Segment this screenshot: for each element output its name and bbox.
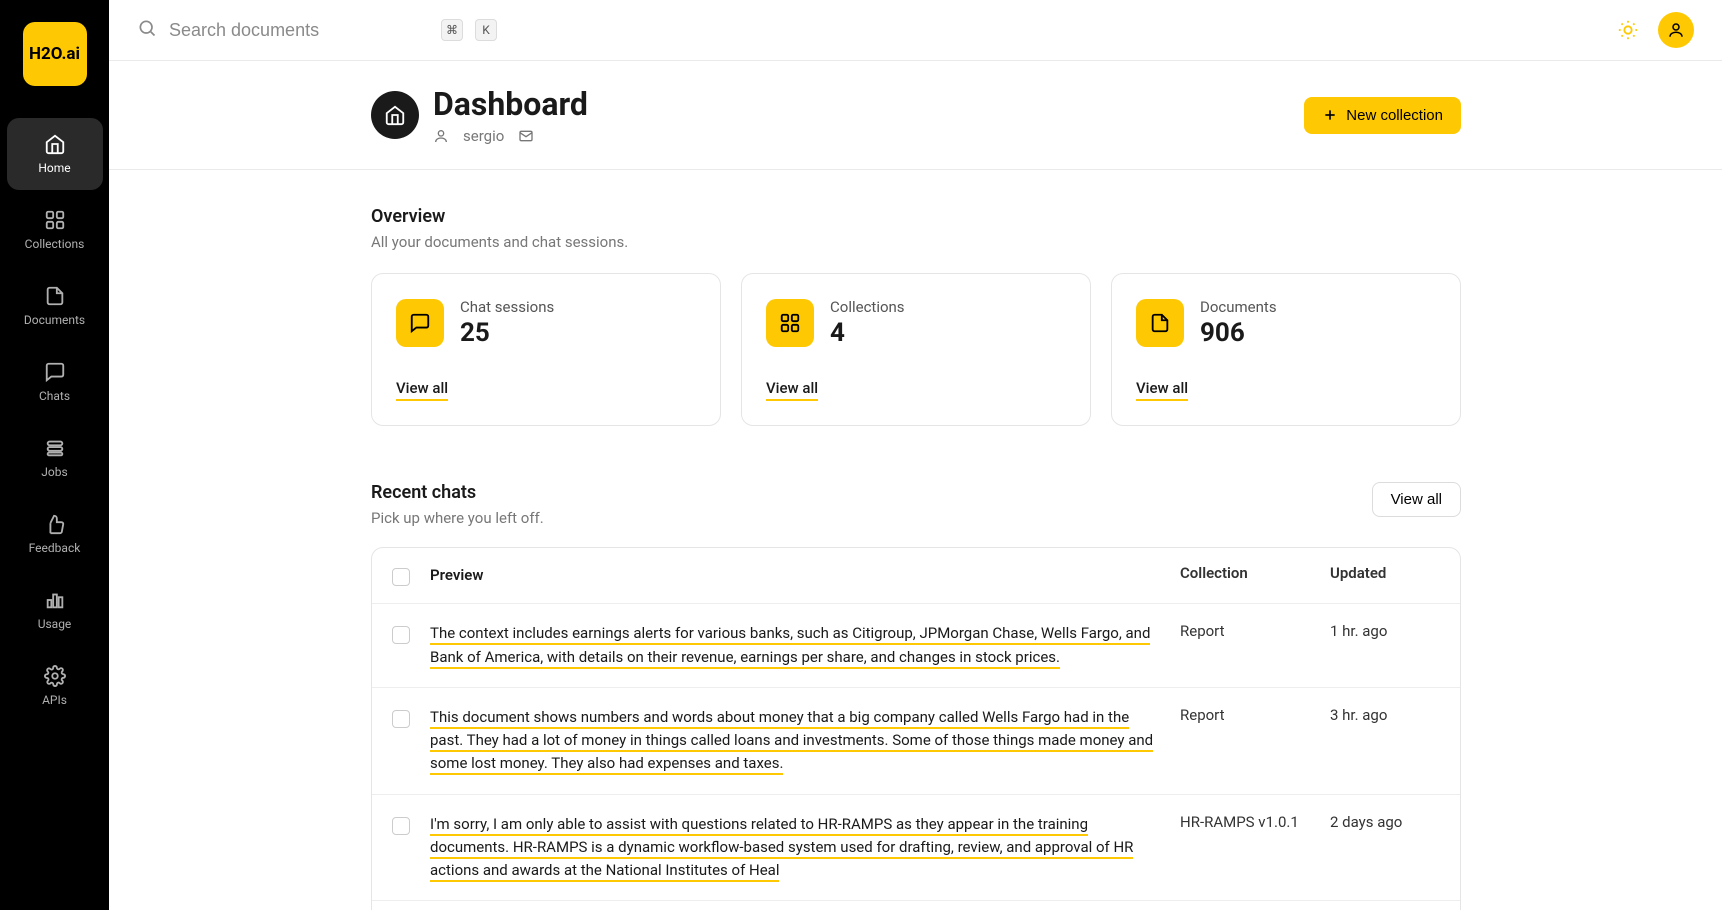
user-row: sergio — [433, 127, 588, 145]
file-icon — [44, 285, 66, 307]
row-checkbox[interactable] — [392, 626, 410, 644]
bars-icon — [44, 589, 66, 611]
chat-preview-link[interactable]: I'm sorry, I am only able to assist with… — [430, 813, 1160, 883]
sidebar-item-collections[interactable]: Collections — [7, 194, 103, 266]
page-icon — [371, 91, 419, 139]
row-updated: 2 days ago — [1330, 813, 1440, 831]
sidebar-item-chats[interactable]: Chats — [7, 346, 103, 418]
sidebar-item-jobs[interactable]: Jobs — [7, 422, 103, 494]
card-label: Documents — [1200, 298, 1277, 316]
stat-card-documents: Documents 906 View all — [1111, 273, 1461, 426]
recent-title: Recent chats — [371, 482, 544, 503]
table-header-row: Preview Collection Updated — [372, 548, 1460, 604]
sidebar-item-usage[interactable]: Usage — [7, 574, 103, 646]
view-all-link[interactable]: View all — [766, 379, 818, 401]
overview-subtitle: All your documents and chat sessions. — [371, 233, 1461, 251]
select-all-checkbox[interactable] — [392, 568, 410, 586]
table-row: This document shows numbers and words ab… — [372, 688, 1460, 795]
sidebar-item-apis[interactable]: APIs — [7, 650, 103, 722]
sidebar-item-documents[interactable]: Documents — [7, 270, 103, 342]
sidebar: H2O.ai Home Collections Documents Chats Jobs… — [0, 0, 109, 910]
chat-icon — [396, 299, 444, 347]
topbar: ⌘ K — [109, 0, 1722, 61]
user-icon — [433, 128, 449, 144]
brand-logo[interactable]: H2O.ai — [23, 22, 87, 86]
nav-label: APIs — [42, 693, 67, 707]
chat-preview-link[interactable]: The context includes earnings alerts for… — [430, 622, 1160, 669]
grid-icon — [44, 209, 66, 231]
file-icon — [1136, 299, 1184, 347]
card-value: 25 — [460, 318, 554, 348]
overview-title: Overview — [371, 206, 1461, 227]
nav-label: Usage — [38, 617, 72, 631]
username: sergio — [463, 127, 504, 145]
search-wrap: ⌘ K — [137, 18, 1604, 42]
table-row: The context includes earnings alerts for… — [372, 604, 1460, 688]
row-checkbox[interactable] — [392, 817, 410, 835]
chat-preview-link[interactable]: This document shows numbers and words ab… — [430, 706, 1160, 776]
view-all-link[interactable]: View all — [396, 379, 448, 401]
theme-toggle-icon[interactable] — [1616, 18, 1640, 42]
col-updated: Updated — [1330, 564, 1440, 582]
thumb-icon — [44, 513, 66, 535]
col-collection: Collection — [1180, 564, 1310, 582]
recent-table: Preview Collection Updated The context i… — [371, 547, 1461, 910]
sidebar-item-home[interactable]: Home — [7, 118, 103, 190]
recent-subtitle: Pick up where you left off. — [371, 509, 544, 527]
table-row: An Initiator in the HR-RAMPS system is r… — [372, 901, 1460, 910]
page-title: Dashboard — [433, 85, 588, 123]
home-icon — [44, 133, 66, 155]
search-icon — [137, 18, 157, 42]
user-avatar[interactable] — [1658, 12, 1694, 48]
view-all-link[interactable]: View all — [1136, 379, 1188, 401]
table-row: I'm sorry, I am only able to assist with… — [372, 795, 1460, 902]
row-checkbox[interactable] — [392, 710, 410, 728]
search-input[interactable] — [169, 20, 429, 41]
row-collection: Report — [1180, 706, 1310, 724]
chat-icon — [44, 361, 66, 383]
main-area: ⌘ K Dashboard — [109, 0, 1722, 910]
row-updated: 3 hr. ago — [1330, 706, 1440, 724]
card-label: Chat sessions — [460, 298, 554, 316]
row-collection: Report — [1180, 622, 1310, 640]
nav-label: Collections — [25, 237, 85, 251]
nav-label: Documents — [24, 313, 85, 327]
nav-label: Chats — [39, 389, 70, 403]
sidebar-item-feedback[interactable]: Feedback — [7, 498, 103, 570]
kbd-k: K — [475, 19, 497, 41]
stat-card-collections: Collections 4 View all — [741, 273, 1091, 426]
new-collection-button[interactable]: New collection — [1304, 97, 1461, 134]
stat-card-chat-sessions: Chat sessions 25 View all — [371, 273, 721, 426]
grid-icon — [766, 299, 814, 347]
nav-label: Jobs — [41, 465, 67, 479]
new-collection-label: New collection — [1346, 107, 1443, 124]
mail-icon — [518, 128, 534, 144]
nav-label: Home — [38, 161, 70, 175]
row-collection: HR-RAMPS v1.0.1 — [1180, 813, 1310, 831]
page-header: Dashboard sergio New collection — [109, 61, 1722, 170]
card-value: 4 — [830, 318, 905, 348]
row-updated: 1 hr. ago — [1330, 622, 1440, 640]
content-scroll[interactable]: Overview All your documents and chat ses… — [109, 170, 1722, 910]
kbd-cmd: ⌘ — [441, 19, 463, 41]
gear-icon — [44, 665, 66, 687]
recent-view-all-button[interactable]: View all — [1372, 482, 1461, 517]
nav-label: Feedback — [29, 541, 81, 555]
plus-icon — [1322, 107, 1338, 123]
col-preview: Preview — [430, 564, 1160, 587]
stack-icon — [44, 437, 66, 459]
card-label: Collections — [830, 298, 905, 316]
card-value: 906 — [1200, 318, 1277, 348]
